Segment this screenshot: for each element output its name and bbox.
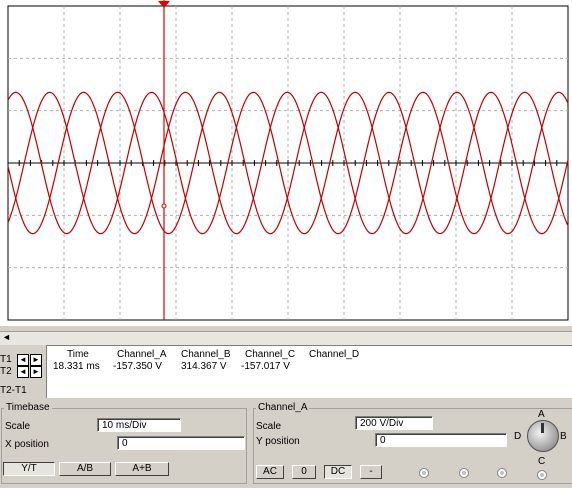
cursor-intersection-marker	[161, 203, 167, 209]
timebase-scale-field[interactable]: 10 ms/Div	[97, 418, 181, 432]
t2-right-arrow-icon[interactable]: ►	[30, 366, 42, 378]
t1-channel-b-value: 314.367 V	[181, 361, 227, 372]
trigger-radio-2[interactable]	[459, 468, 469, 478]
ac-coupling-button[interactable]: AC	[256, 465, 284, 479]
x-position-label: X position	[5, 439, 49, 450]
timebase-title: Timebase	[4, 402, 52, 413]
t2-cursor-control: T2 ◄ ►	[0, 365, 46, 379]
t2-label: T2	[0, 366, 12, 377]
channel-a-scale-field[interactable]: 200 V/Div	[355, 416, 433, 430]
trigger-radio-1[interactable]	[419, 468, 429, 478]
trigger-radio-3[interactable]	[497, 468, 507, 478]
waveform-plot	[7, 0, 569, 321]
header-time: Time	[67, 349, 89, 360]
channel-a-title: Channel_A	[256, 402, 310, 413]
t2-t1-label: T2-T1	[0, 385, 27, 396]
t2-left-arrow-icon[interactable]: ◄	[17, 366, 29, 378]
horizontal-scrollbar[interactable]: ◄	[0, 331, 572, 345]
y-position-field[interactable]: 0	[375, 433, 507, 447]
x-position-field[interactable]: 0	[117, 436, 245, 450]
t1-time-value: 18.331 ms	[53, 361, 100, 372]
channel-a-group: Channel_A Scale 200 V/Div Y position 0 A…	[253, 402, 572, 484]
zero-coupling-button[interactable]: 0	[292, 465, 316, 479]
timebase-scale-label: Scale	[5, 421, 31, 432]
channel-a-scale-label: Scale	[256, 421, 282, 432]
t1-channel-a-value: -157.350 V	[113, 361, 162, 372]
ab-mode-button[interactable]: A/B	[59, 462, 111, 476]
scroll-left-icon[interactable]: ◄	[2, 332, 11, 342]
dc-coupling-button[interactable]: DC	[324, 465, 352, 479]
header-channel-a: Channel_A	[117, 349, 167, 360]
t1-channel-c-value: -157.017 V	[241, 361, 290, 372]
header-channel-c: Channel_C	[245, 349, 296, 360]
readout-table: Time Channel_A Channel_B Channel_C Chann…	[46, 345, 572, 398]
y-position-label: Y position	[256, 436, 300, 447]
header-channel-d: Channel_D	[309, 349, 360, 360]
header-channel-b: Channel_B	[181, 349, 231, 360]
knob-radio[interactable]	[537, 470, 547, 480]
knob-label-d: D	[514, 431, 522, 442]
a-plus-b-mode-button[interactable]: A+B	[115, 462, 169, 476]
yt-mode-button[interactable]: Y/T	[3, 462, 55, 476]
knob-label-a: A	[538, 409, 545, 420]
oscilloscope-screen[interactable]	[0, 0, 572, 326]
t1-label: T1	[0, 354, 12, 365]
cursor-readout-panel: T1 ◄ ► T2 ◄ ► T2-T1 Time Channel_A Chann…	[0, 345, 572, 399]
knob-label-c: C	[538, 456, 546, 467]
channel-knob-icon[interactable]	[527, 420, 559, 452]
invert-button[interactable]: -	[360, 465, 382, 479]
knob-label-b: B	[560, 431, 567, 442]
timebase-group: Timebase Scale 10 ms/Div X position 0 Y/…	[1, 402, 247, 484]
